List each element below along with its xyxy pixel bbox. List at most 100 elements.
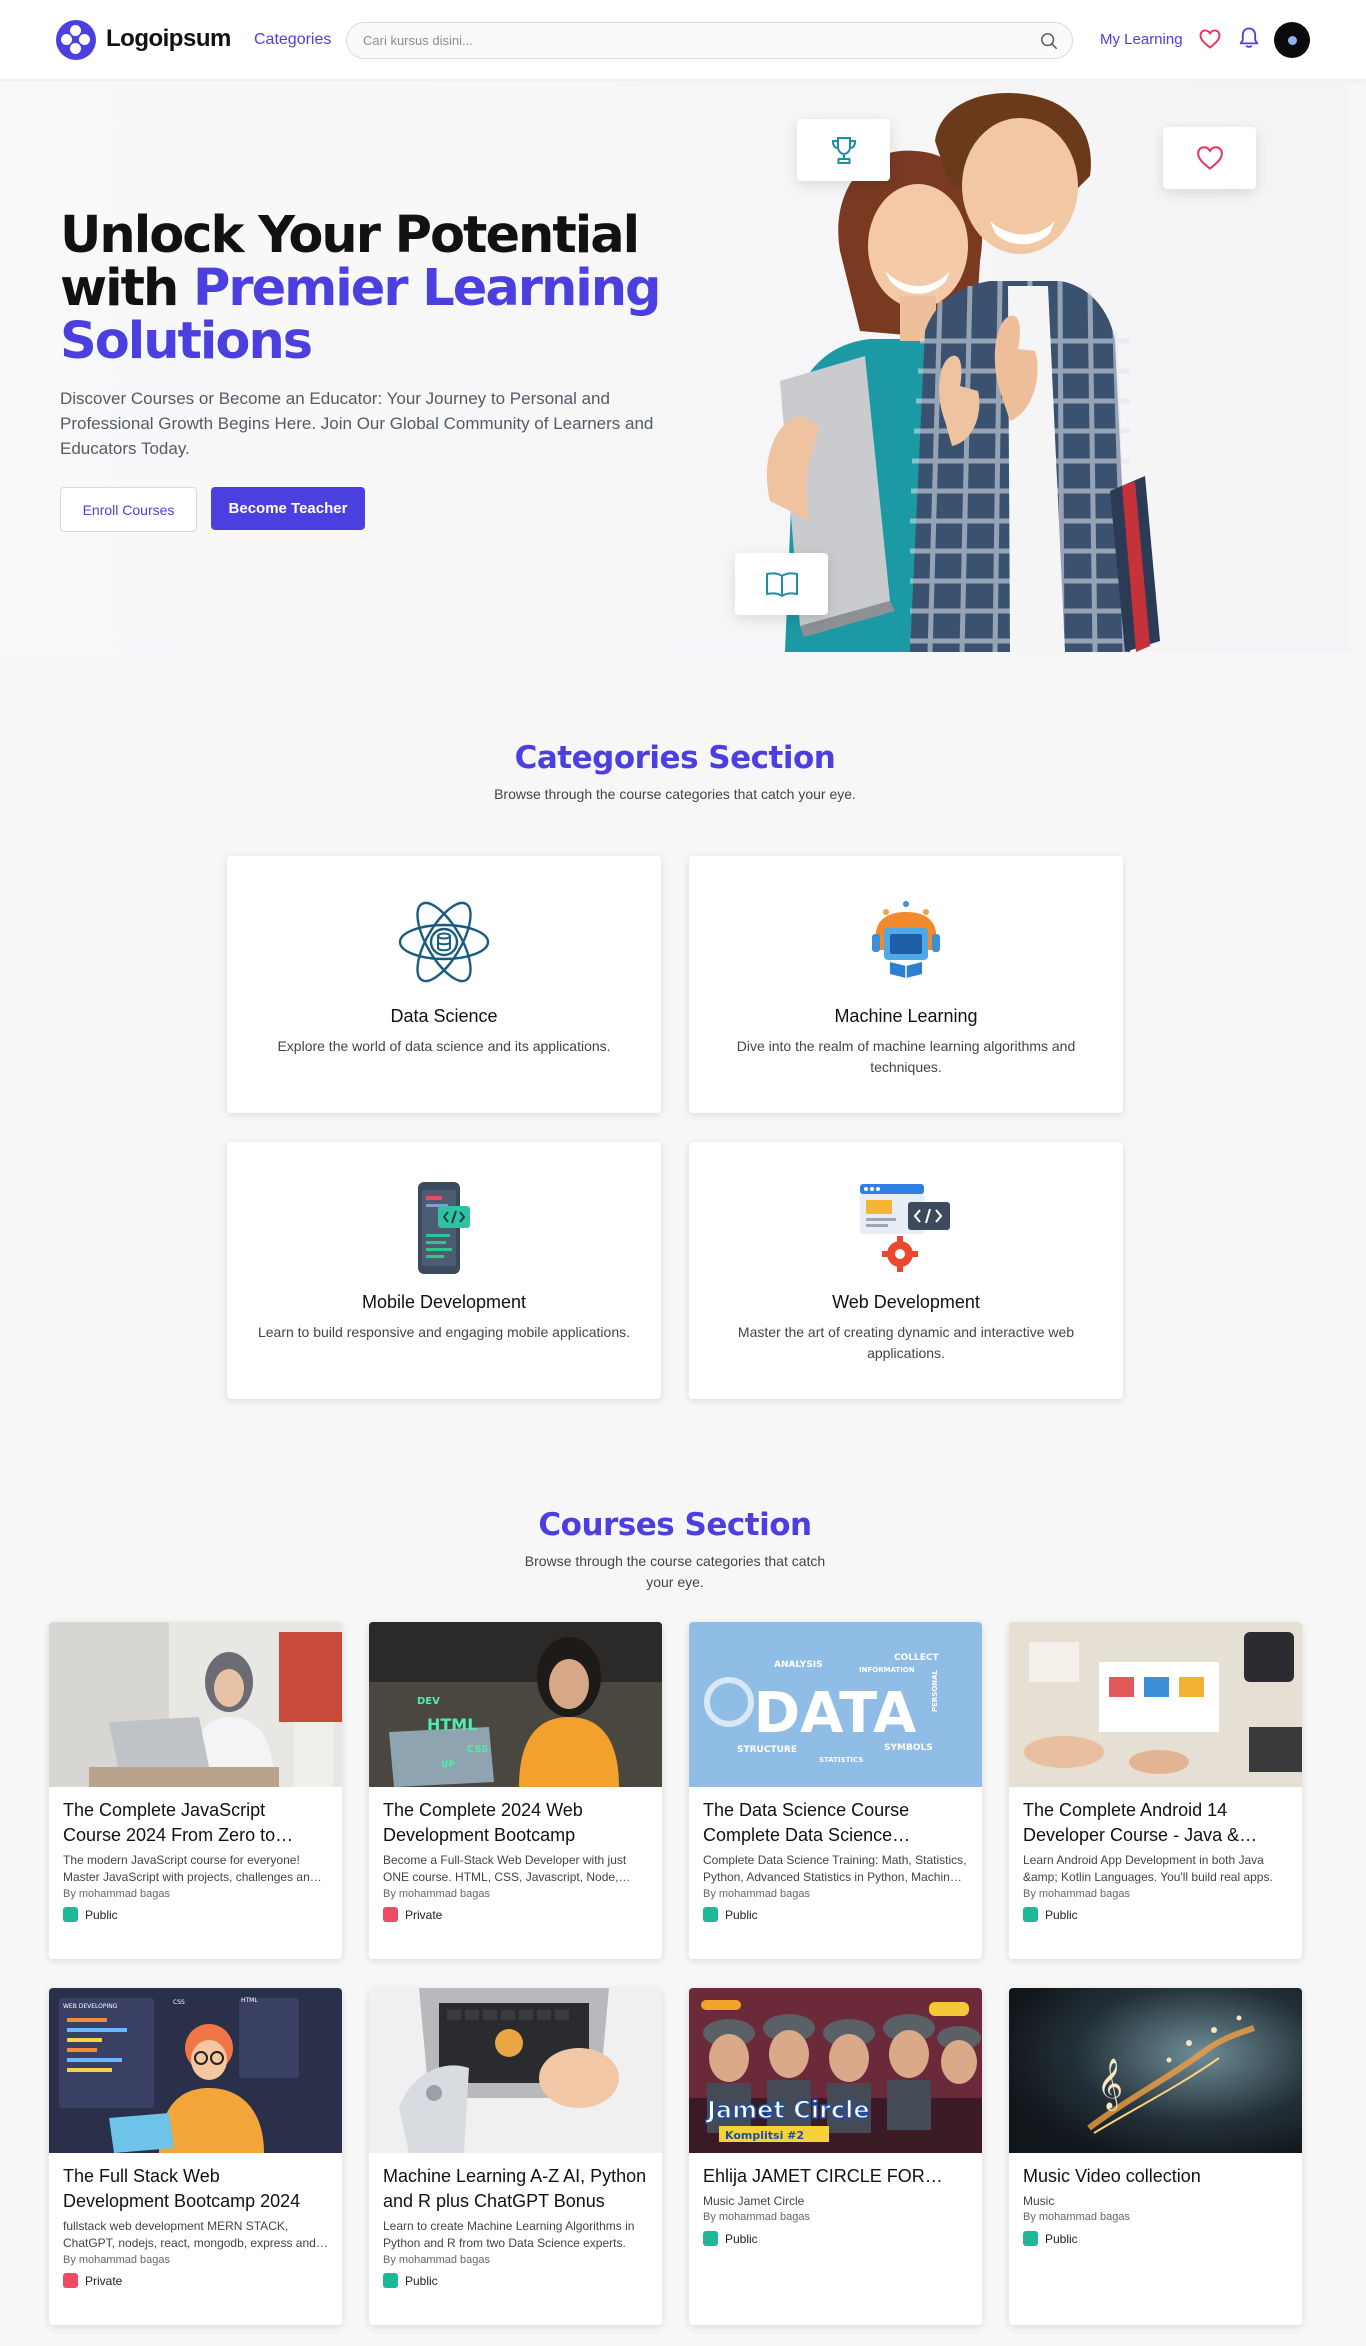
robot-icon <box>872 901 940 978</box>
enroll-courses-button[interactable]: Enroll Courses <box>60 487 197 532</box>
course-title: Ehlija JAMET CIRCLE FOR YOU <box>703 2166 925 2186</box>
course-description: Become a Full-Stack Web Developer with j… <box>383 1853 627 1884</box>
svg-text:CSS: CSS <box>173 1999 185 2006</box>
search-icon[interactable] <box>1040 32 1058 50</box>
course-title: The Complete Android 14 Developer Course… <box>1023 1800 1240 1845</box>
course-author: By mohammad bagas <box>703 1888 810 1900</box>
categories-link[interactable]: Categories <box>254 31 331 49</box>
public-icon <box>383 2273 398 2288</box>
logo-icon[interactable] <box>56 20 96 60</box>
course-card[interactable]: The Complete JavaScript Course 2024 From… <box>49 1622 342 1959</box>
svg-text:Jamet Circle: Jamet Circle <box>705 2096 870 2124</box>
svg-text:INFORMATION: INFORMATION <box>859 1666 915 1674</box>
book-icon <box>765 572 798 597</box>
category-description: Learn to build responsive and engaging m… <box>257 1324 631 1340</box>
course-author: By mohammad bagas <box>703 2211 810 2223</box>
svg-text:UP: UP <box>441 1760 455 1770</box>
public-icon <box>703 1907 718 1922</box>
heart-icon <box>1196 146 1223 170</box>
category-name: Mobile Development <box>361 1292 527 1312</box>
course-title: The Full Stack Web Development Bootcamp … <box>63 2166 301 2211</box>
search-bar <box>346 22 1073 59</box>
course-card[interactable]: Jamet Circle Komplitsi #2 Ehlija JAMET C… <box>689 1988 982 2325</box>
course-description: Learn to create Machine Learning Algorit… <box>383 2219 635 2250</box>
course-card[interactable]: Machine Learning A-Z AI, Python and R pl… <box>369 1988 662 2325</box>
course-thumbnail <box>1009 1622 1302 1787</box>
course-author: By mohammad bagas <box>383 2254 490 2266</box>
hero-description: Discover Courses or Become an Educator: … <box>60 389 654 458</box>
svg-text:STATISTICS: STATISTICS <box>819 1756 863 1764</box>
course-author: By mohammad bagas <box>1023 1888 1130 1900</box>
course-description: Complete Data Science Training: Math, St… <box>703 1853 968 1884</box>
courses-section-subtitle: Browse through the course categories tha… <box>524 1553 826 1590</box>
svg-text:STRUCTURE: STRUCTURE <box>737 1745 797 1755</box>
category-card-machine-learning[interactable]: Machine Learning Dive into the realm of … <box>689 856 1123 1113</box>
category-name: Machine Learning <box>834 1006 978 1026</box>
favorite-card <box>1163 127 1256 189</box>
course-title: Music Video collection <box>1023 2166 1201 2186</box>
heart-icon[interactable] <box>1198 27 1222 51</box>
svg-text:HTML: HTML <box>427 1715 477 1734</box>
bell-icon[interactable] <box>1238 26 1260 50</box>
svg-text:COLLECT: COLLECT <box>894 1653 939 1663</box>
svg-text:PERSONAL: PERSONAL <box>931 1669 939 1712</box>
course-card[interactable]: DATA ANALYSIS COLLECT INFORMATION STRUCT… <box>689 1622 982 1959</box>
course-description: Learn Android App Development in both Ja… <box>1023 1853 1273 1884</box>
public-icon <box>1023 2231 1038 2246</box>
category-name: Web Development <box>832 1292 980 1312</box>
svg-text:Komplitsi #2: Komplitsi #2 <box>725 2129 804 2142</box>
course-author: By mohammad bagas <box>383 1888 490 1900</box>
trophy-icon <box>831 137 856 164</box>
svg-text:ANALYSIS: ANALYSIS <box>774 1660 823 1670</box>
lock-icon <box>63 2273 78 2288</box>
course-thumbnail <box>369 1988 662 2153</box>
course-author: By mohammad bagas <box>1023 2211 1130 2223</box>
hero-section: Unlock Your Potential with Premier Learn… <box>0 81 1350 652</box>
category-card-web-development[interactable]: Web Development Master the art of creati… <box>689 1142 1123 1399</box>
course-thumbnail: Jamet Circle Komplitsi #2 <box>689 1988 982 2153</box>
public-icon <box>703 2231 718 2246</box>
trophy-card <box>797 119 890 181</box>
course-author: By mohammad bagas <box>63 2254 170 2266</box>
course-card[interactable]: WEB DEVELOPING CSS HTML The Full Stack W… <box>49 1988 342 2325</box>
lock-icon <box>383 1907 398 1922</box>
course-title: The Data Science Course Complete Data Sc… <box>703 1800 910 1845</box>
category-card-data-science[interactable]: Data Science Explore the world of data s… <box>227 856 661 1113</box>
brand-name[interactable]: Logoipsum <box>106 25 231 53</box>
course-card[interactable]: The Complete Android 14 Developer Course… <box>1009 1622 1302 1959</box>
course-description: The modern JavaScript course for everyon… <box>63 1853 317 1884</box>
svg-text:SYMBOLS: SYMBOLS <box>884 1743 933 1753</box>
course-thumbnail: DATA ANALYSIS COLLECT INFORMATION STRUCT… <box>689 1622 982 1787</box>
public-icon <box>63 1907 78 1922</box>
course-title: Machine Learning A-Z AI, Python and R pl… <box>383 2166 647 2211</box>
category-name: Data Science <box>390 1006 498 1026</box>
svg-text:DATA: DATA <box>754 1681 917 1746</box>
categories-section-subtitle: Browse through the course categories tha… <box>494 786 856 802</box>
course-card[interactable]: HTML DEV CSS UP The Complete 2024 Web De… <box>369 1622 662 1959</box>
course-thumbnail: 𝄞 <box>1009 1988 1302 2153</box>
become-teacher-button[interactable]: Become Teacher <box>211 487 365 530</box>
svg-text:DEV: DEV <box>417 1696 440 1707</box>
category-description: Master the art of creating dynamic and i… <box>737 1324 1075 1361</box>
category-card-mobile-development[interactable]: Mobile Development Learn to build respon… <box>227 1142 661 1399</box>
web-code-icon <box>860 1184 950 1272</box>
svg-text:HTML: HTML <box>241 1997 258 2004</box>
search-input[interactable] <box>363 23 1023 58</box>
atom-icon <box>398 901 490 983</box>
hero-title: Unlock Your Potential with Premier Learn… <box>60 206 662 371</box>
course-description: Music Jamet Circle <box>703 2194 805 2208</box>
course-card[interactable]: 𝄞 Music Video collection Music By mohamm… <box>1009 1988 1302 2325</box>
course-author: By mohammad bagas <box>63 1888 170 1900</box>
course-thumbnail: HTML DEV CSS UP <box>369 1622 662 1787</box>
avatar[interactable] <box>1274 22 1310 58</box>
courses-section-title: Courses Section <box>538 1507 812 1543</box>
course-thumbnail: WEB DEVELOPING CSS HTML <box>49 1988 342 2153</box>
svg-text:CSS: CSS <box>467 1744 488 1755</box>
category-description: Explore the world of data science and it… <box>277 1038 611 1054</box>
my-learning-link[interactable]: My Learning <box>1100 31 1183 48</box>
public-icon <box>1023 1907 1038 1922</box>
svg-text:WEB DEVELOPING: WEB DEVELOPING <box>63 2003 118 2010</box>
mobile-code-icon <box>418 1182 470 1274</box>
svg-text:𝄞: 𝄞 <box>1097 2058 1123 2111</box>
course-title: The Complete 2024 Web Development Bootca… <box>383 1800 583 1845</box>
